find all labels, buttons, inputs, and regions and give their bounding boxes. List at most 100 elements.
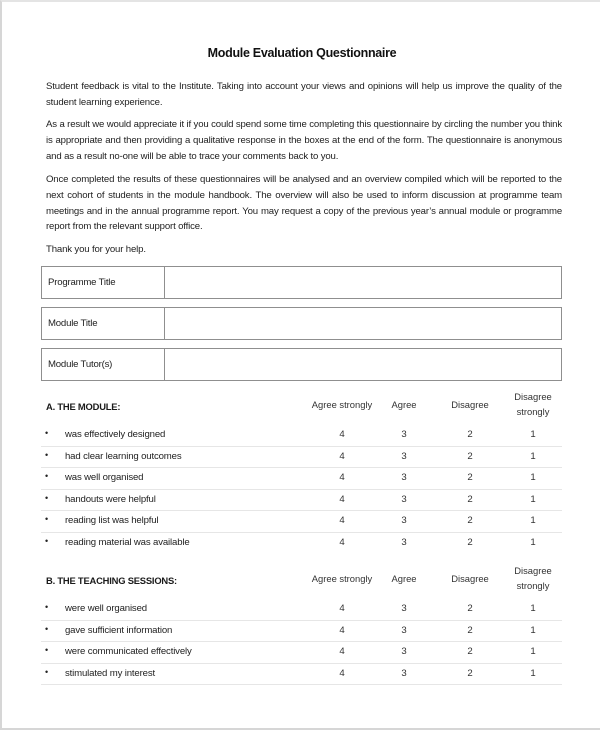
score-disagree-strongly[interactable]: 1: [498, 515, 568, 526]
col-header-agree-strongly: Agree strongly: [311, 572, 373, 584]
bullet-icon: •: [45, 471, 49, 481]
bullet-icon: •: [45, 645, 49, 655]
score-disagree[interactable]: 2: [435, 668, 505, 679]
score-disagree-strongly[interactable]: 1: [498, 472, 568, 483]
score-agree-strongly[interactable]: 4: [307, 494, 377, 505]
bullet-icon: •: [45, 666, 49, 677]
score-agree[interactable]: 3: [369, 494, 439, 505]
question-row: • reading list was helpful 4 3 2 1: [41, 511, 562, 533]
score-agree-strongly[interactable]: 4: [307, 537, 377, 548]
question-list: • was effectively designed 4 3 2 1 • had clear …: [41, 425, 562, 554]
score-disagree[interactable]: 2: [435, 603, 505, 614]
question-row: • was effectively designed 4 3 2 1: [41, 425, 562, 447]
score-agree[interactable]: 3: [369, 429, 439, 440]
question-text: were communicated effectively: [65, 646, 192, 657]
col-header-agree: Agree: [391, 572, 417, 584]
question-text: handouts were helpful: [65, 493, 156, 505]
score-disagree[interactable]: 2: [435, 494, 505, 505]
score-agree-strongly[interactable]: 4: [307, 429, 377, 440]
bullet-icon: •: [45, 535, 49, 546]
question-list: • were well organised 4 3 2 1 • gave sufficient…: [41, 599, 562, 685]
score-agree[interactable]: 3: [369, 515, 439, 526]
score-disagree[interactable]: 2: [435, 625, 505, 636]
bullet-icon: •: [45, 623, 49, 634]
score-disagree[interactable]: 2: [435, 646, 505, 657]
section-teaching-sessions: B. THE TEACHING SESSIONS: Agree strongly…: [41, 563, 562, 685]
section-module: A. THE MODULE: Agree strongly Agree Disa…: [41, 389, 562, 554]
score-agree[interactable]: 3: [369, 537, 439, 548]
score-agree[interactable]: 3: [369, 451, 439, 462]
score-agree-strongly[interactable]: 4: [307, 515, 377, 526]
question-text: reading material was available: [65, 536, 190, 548]
score-disagree[interactable]: 2: [435, 515, 505, 526]
score-disagree[interactable]: 2: [435, 537, 505, 548]
score-agree-strongly[interactable]: 4: [307, 625, 377, 636]
module-tutor-label: Module Tutor(s): [42, 349, 165, 380]
col-header-disagree: Disagree: [451, 398, 489, 410]
module-tutor-input[interactable]: [165, 349, 561, 380]
score-agree[interactable]: 3: [369, 603, 439, 614]
programme-title-field: Programme Title: [41, 266, 562, 299]
section-header: A. THE MODULE: Agree strongly Agree Disa…: [41, 389, 562, 425]
module-tutor-field: Module Tutor(s): [41, 348, 562, 381]
question-text: gave sufficient information: [65, 624, 173, 636]
intro-paragraph-3: Once completed the results of these ques…: [46, 174, 562, 233]
col-header-disagree-strongly: Disagree strongly: [514, 391, 552, 417]
question-text: stimulated my interest: [65, 667, 156, 679]
question-row: • had clear learning outcomes 4 3 2 1: [41, 447, 562, 468]
module-title-label: Module Title: [42, 308, 165, 339]
bullet-icon: •: [45, 449, 49, 460]
question-text: had clear learning outcomes: [65, 450, 182, 462]
score-disagree-strongly[interactable]: 1: [498, 429, 568, 440]
section-title: A. THE MODULE:: [46, 401, 121, 412]
score-disagree[interactable]: 2: [435, 429, 505, 440]
score-agree-strongly[interactable]: 4: [307, 451, 377, 462]
question-row: • handouts were helpful 4 3 2 1: [41, 490, 562, 511]
question-row: • gave sufficient information 4 3 2 1: [41, 621, 562, 642]
bullet-icon: •: [45, 514, 49, 524]
intro-paragraph-2: As a result we would appreciate it if yo…: [46, 119, 562, 162]
score-disagree-strongly[interactable]: 1: [498, 603, 568, 614]
score-agree-strongly[interactable]: 4: [307, 646, 377, 657]
score-disagree-strongly[interactable]: 1: [498, 646, 568, 657]
section-header: B. THE TEACHING SESSIONS: Agree strongly…: [41, 563, 562, 599]
bullet-icon: •: [45, 602, 49, 612]
score-agree[interactable]: 3: [369, 625, 439, 636]
col-header-disagree-strongly: Disagree strongly: [514, 565, 552, 591]
col-header-disagree: Disagree: [451, 572, 489, 584]
document-title: Module Evaluation Questionnaire: [207, 46, 397, 60]
question-text: were well organised: [65, 603, 147, 614]
question-row: • were well organised 4 3 2 1: [41, 599, 562, 621]
score-agree-strongly[interactable]: 4: [307, 603, 377, 614]
bullet-icon: •: [45, 492, 49, 503]
score-disagree-strongly[interactable]: 1: [498, 494, 568, 505]
module-title-input[interactable]: [165, 308, 561, 339]
score-agree[interactable]: 3: [369, 646, 439, 657]
question-row: • were communicated effectively 4 3 2 1: [41, 642, 562, 664]
score-disagree-strongly[interactable]: 1: [498, 451, 568, 462]
question-text: reading list was helpful: [65, 515, 159, 526]
programme-title-label: Programme Title: [42, 267, 165, 298]
programme-title-input[interactable]: [165, 267, 561, 298]
col-header-agree: Agree: [391, 398, 417, 410]
score-disagree[interactable]: 2: [435, 451, 505, 462]
module-title-field: Module Title: [41, 307, 562, 340]
thank-you-text: Thank you for your help.: [46, 244, 146, 255]
question-text: was effectively designed: [65, 429, 166, 440]
score-disagree-strongly[interactable]: 1: [498, 625, 568, 636]
section-title: B. THE TEACHING SESSIONS:: [46, 575, 177, 586]
score-agree[interactable]: 3: [369, 472, 439, 483]
document-page: Module Evaluation Questionnaire Student …: [0, 0, 600, 730]
score-disagree-strongly[interactable]: 1: [498, 537, 568, 548]
question-row: • reading material was available 4 3 2 1: [41, 533, 562, 555]
col-header-agree-strongly: Agree strongly: [311, 398, 373, 410]
intro-paragraph-1: Student feedback is vital to the Institu…: [46, 81, 562, 108]
score-disagree-strongly[interactable]: 1: [498, 668, 568, 679]
question-row: • was well organised 4 3 2 1: [41, 468, 562, 490]
bullet-icon: •: [45, 428, 49, 438]
score-disagree[interactable]: 2: [435, 472, 505, 483]
question-text: was well organised: [65, 472, 144, 483]
score-agree-strongly[interactable]: 4: [307, 472, 377, 483]
score-agree[interactable]: 3: [369, 668, 439, 679]
score-agree-strongly[interactable]: 4: [307, 668, 377, 679]
